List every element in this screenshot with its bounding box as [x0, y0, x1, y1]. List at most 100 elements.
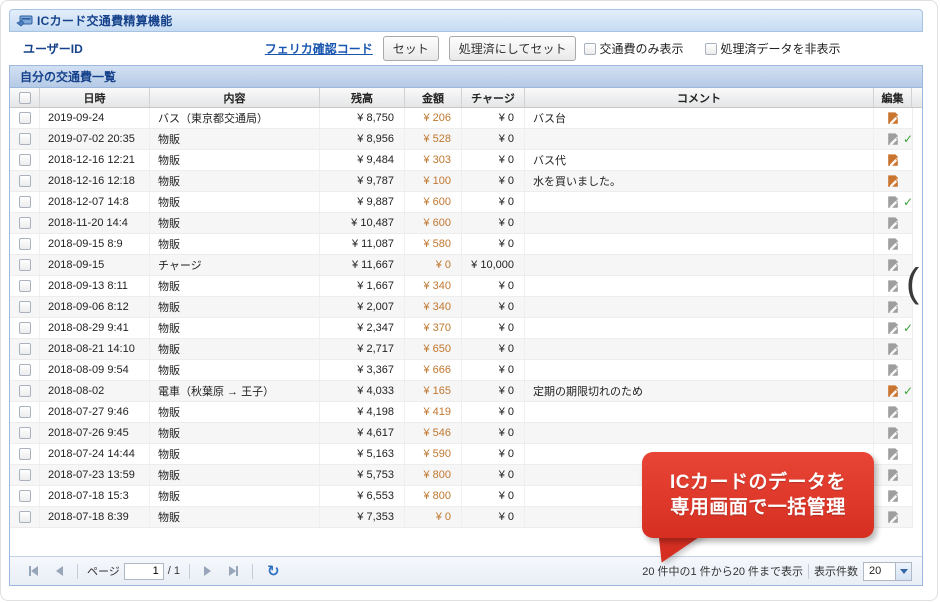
- cell-comment: [525, 276, 874, 296]
- table-row[interactable]: 2019-07-02 20:35物販¥ 8,956¥ 528¥ 0 ✓: [10, 129, 913, 150]
- row-checkbox[interactable]: [18, 364, 31, 376]
- cell-edit: [874, 486, 912, 506]
- page-size-select[interactable]: 20: [863, 561, 912, 581]
- row-checkbox[interactable]: [18, 490, 31, 502]
- cell-datetime: 2018-08-02: [40, 381, 150, 401]
- edit-icon[interactable]: [886, 216, 900, 230]
- col-header-datetime[interactable]: 日時: [40, 88, 150, 107]
- row-checkbox[interactable]: [18, 469, 31, 481]
- edit-icon[interactable]: [886, 279, 900, 293]
- cell-datetime: 2018-09-13 8:11: [40, 276, 150, 296]
- edit-icon[interactable]: [886, 195, 900, 209]
- check-icon: ✓: [903, 384, 912, 398]
- edit-icon[interactable]: [886, 405, 900, 419]
- table-row[interactable]: 2018-07-27 9:46 物販 ¥ 4,198 ¥ 419 ¥ 0: [10, 402, 913, 423]
- table-row[interactable]: 2018-09-13 8:11 物販 ¥ 1,667 ¥ 340 ¥ 0: [10, 276, 913, 297]
- edit-icon[interactable]: [886, 363, 900, 377]
- edit-icon[interactable]: [886, 447, 900, 461]
- col-header-amount[interactable]: 金額: [405, 88, 462, 107]
- edit-icon[interactable]: [886, 258, 900, 272]
- row-checkbox[interactable]: [18, 175, 31, 187]
- felica-code-link[interactable]: フェリカ確認コード: [265, 40, 373, 57]
- table-row[interactable]: 2018-08-09 9:54 物販 ¥ 3,367 ¥ 666 ¥ 0: [10, 360, 913, 381]
- cell-content: 物販: [150, 465, 320, 485]
- cell-content: 物販: [150, 507, 320, 527]
- cell-charge: ¥ 0: [462, 339, 525, 359]
- table-row[interactable]: 2018-09-15 チャージ ¥ 11,667 ¥ 0 ¥ 10,000: [10, 255, 913, 276]
- row-checkbox[interactable]: [18, 301, 31, 313]
- transport-only-checkbox[interactable]: [584, 42, 597, 55]
- edit-icon[interactable]: [886, 111, 900, 125]
- next-page-icon[interactable]: [204, 566, 212, 576]
- edit-icon[interactable]: [886, 153, 900, 167]
- transport-only-checkbox-wrap: 交通費のみ表示: [584, 40, 683, 57]
- col-header-comment[interactable]: コメント: [525, 88, 874, 107]
- col-header-edit[interactable]: 編集: [874, 88, 912, 107]
- table-row[interactable]: 2018-08-02 電車（秋葉原 → 王子） ¥ 4,033 ¥ 165 ¥ 0 定期の…: [10, 381, 913, 402]
- set-processed-button[interactable]: 処理済にしてセット: [448, 36, 577, 61]
- row-checkbox[interactable]: [18, 406, 31, 418]
- cell-edit: [874, 360, 912, 380]
- edit-icon[interactable]: [886, 300, 900, 314]
- pager-status: 20 件中の1 件から20 件まで表示 表示件数 20: [642, 561, 912, 581]
- row-checkbox[interactable]: [18, 133, 31, 145]
- row-checkbox[interactable]: [18, 343, 31, 355]
- cell-amount: ¥ 370: [405, 318, 462, 338]
- edit-icon[interactable]: [886, 489, 900, 503]
- refresh-icon[interactable]: ↻: [267, 562, 280, 580]
- edit-icon[interactable]: [886, 426, 900, 440]
- table-row[interactable]: 2018-09-15 8:9 物販 ¥ 11,087 ¥ 580 ¥ 0: [10, 234, 913, 255]
- table-row[interactable]: 2018-08-29 9:41物販¥ 2,347¥ 370¥ 0 ✓: [10, 318, 913, 339]
- row-checkbox[interactable]: [18, 385, 31, 397]
- first-page-icon[interactable]: [29, 566, 38, 576]
- row-checkbox-cell: [10, 150, 40, 170]
- hide-processed-label: 処理済データを非表示: [720, 42, 841, 56]
- cell-edit: [874, 108, 912, 128]
- row-checkbox[interactable]: [18, 196, 31, 208]
- edit-icon[interactable]: [886, 132, 900, 146]
- page-number-input[interactable]: [123, 562, 164, 580]
- cell-balance: ¥ 9,787: [320, 171, 405, 191]
- row-checkbox[interactable]: [18, 259, 31, 271]
- table-row[interactable]: 2018-08-21 14:10 物販 ¥ 2,717 ¥ 650 ¥ 0: [10, 339, 913, 360]
- table-row[interactable]: 2018-12-07 14:8物販¥ 9,887¥ 600¥ 0 ✓: [10, 192, 913, 213]
- table-row[interactable]: 2018-11-20 14:4 物販 ¥ 10,487 ¥ 600 ¥ 0: [10, 213, 913, 234]
- edit-icon[interactable]: [886, 174, 900, 188]
- row-checkbox[interactable]: [18, 112, 31, 124]
- row-checkbox[interactable]: [18, 238, 31, 250]
- table-row[interactable]: 2018-09-06 8:12 物販 ¥ 2,007 ¥ 340 ¥ 0: [10, 297, 913, 318]
- row-checkbox-cell: [10, 486, 40, 506]
- set-button[interactable]: セット: [382, 36, 439, 61]
- cell-comment: 定期の期限切れのため: [525, 381, 874, 401]
- cell-charge: ¥ 0: [462, 423, 525, 443]
- table-row[interactable]: 2019-09-24 バス（東京都交通局） ¥ 8,750 ¥ 206 ¥ 0 バス台: [10, 108, 913, 129]
- edit-icon[interactable]: [886, 384, 900, 398]
- table-row[interactable]: 2018-07-26 9:45 物販 ¥ 4,617 ¥ 546 ¥ 0: [10, 423, 913, 444]
- last-page-icon[interactable]: [229, 566, 239, 576]
- edit-icon[interactable]: [886, 510, 900, 524]
- row-checkbox[interactable]: [18, 280, 31, 292]
- cell-edit: ✓: [874, 192, 912, 212]
- row-checkbox[interactable]: [18, 154, 31, 166]
- edit-icon[interactable]: [886, 321, 900, 335]
- cell-comment: [525, 360, 874, 380]
- edit-icon[interactable]: [886, 468, 900, 482]
- row-checkbox[interactable]: [18, 427, 31, 439]
- table-row[interactable]: 2018-12-16 12:21 物販 ¥ 9,484 ¥ 303 ¥ 0 バス代: [10, 150, 913, 171]
- select-all-checkbox[interactable]: [18, 91, 31, 104]
- hide-processed-checkbox[interactable]: [705, 42, 718, 55]
- row-checkbox[interactable]: [18, 322, 31, 334]
- col-header-content[interactable]: 内容: [150, 88, 320, 107]
- row-checkbox[interactable]: [18, 217, 31, 229]
- prev-page-icon[interactable]: [56, 566, 63, 576]
- cell-balance: ¥ 9,484: [320, 150, 405, 170]
- edit-icon[interactable]: [886, 237, 900, 251]
- edit-icon[interactable]: [886, 342, 900, 356]
- row-checkbox[interactable]: [18, 448, 31, 460]
- col-header-balance[interactable]: 残高: [320, 88, 405, 107]
- col-header-charge[interactable]: チャージ: [462, 88, 525, 107]
- cell-content: 物販: [150, 276, 320, 296]
- table-row[interactable]: 2018-12-16 12:18 物販 ¥ 9,787 ¥ 100 ¥ 0 水を買いました…: [10, 171, 913, 192]
- row-checkbox[interactable]: [18, 511, 31, 523]
- panel-collapse-handle[interactable]: (: [906, 263, 919, 303]
